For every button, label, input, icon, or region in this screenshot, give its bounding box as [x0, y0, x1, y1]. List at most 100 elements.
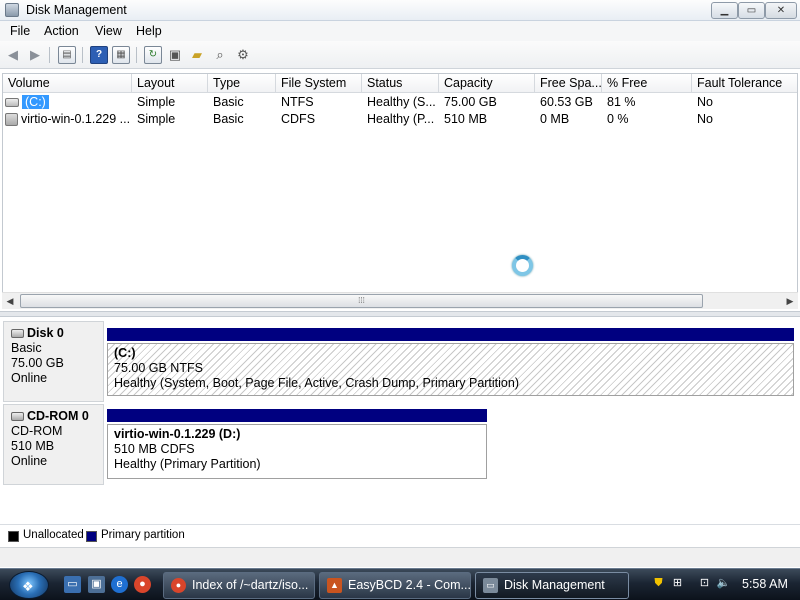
switch-windows-icon[interactable]: ▣	[88, 576, 105, 593]
column-header-fault-tolerance[interactable]: Fault Tolerance	[692, 74, 797, 93]
window-title: Disk Management	[26, 3, 127, 17]
disk-management-icon: ▭	[483, 578, 498, 593]
legend-label-primary: Primary partition	[101, 529, 185, 541]
disk-size: 75.00 GB	[11, 356, 64, 370]
scroll-right-arrow-icon[interactable]: ▶	[782, 294, 798, 309]
properties-icon[interactable]: ▦	[112, 46, 130, 64]
disk-name: Disk 0	[27, 326, 64, 340]
start-button[interactable]: ❖	[9, 571, 49, 599]
primary-partition-bar	[107, 409, 487, 422]
hard-drive-icon	[5, 98, 19, 108]
minimize-button[interactable]: ▁	[711, 2, 738, 19]
column-header-file-system[interactable]: File System	[276, 74, 362, 93]
cell-free-space: 60.53 GB	[540, 95, 593, 109]
column-header-type[interactable]: Type	[208, 74, 276, 93]
cell-capacity: 75.00 GB	[444, 95, 497, 109]
volume-list-header: Volume Layout Type File System Status Ca…	[3, 74, 797, 93]
menu-action[interactable]: Action	[44, 24, 79, 38]
column-header-layout[interactable]: Layout	[132, 74, 208, 93]
partition-name: (C:)	[114, 346, 136, 360]
cd-drive-icon	[5, 113, 18, 127]
cell-volume: (C:)	[3, 94, 132, 111]
cdrom-0-label[interactable]: CD-ROM 0 CD-ROM 510 MB Online	[3, 404, 104, 485]
cell-capacity: 510 MB	[444, 112, 488, 126]
menu-view[interactable]: View	[95, 24, 122, 38]
menu-help[interactable]: Help	[136, 24, 162, 38]
disk-state: Online	[11, 454, 48, 468]
show-desktop-icon[interactable]: ▭	[64, 576, 81, 593]
cell-type: Basic	[213, 112, 244, 126]
scrollbar-thumb[interactable]: ⁞⁞⁞	[20, 294, 703, 308]
partition-name: virtio-win-0.1.229 (D:)	[114, 427, 241, 441]
open-folder-icon[interactable]: ▰	[188, 46, 206, 64]
show-hide-console-tree-icon[interactable]: ▤	[58, 46, 76, 64]
legend-label-unallocated: Unallocated	[23, 529, 84, 541]
legend-swatch-unallocated	[8, 531, 19, 542]
partition-c[interactable]: (C:) 75.00 GB NTFS Healthy (System, Boot…	[107, 343, 794, 396]
task-disk-management[interactable]: ▭ Disk Management	[475, 572, 629, 599]
export-list-icon[interactable]: ▣	[166, 46, 184, 64]
task-easybcd[interactable]: ▲ EasyBCD 2.4 - Com...	[319, 572, 471, 599]
volume-muted-icon[interactable]: 🔈	[716, 576, 731, 591]
forward-arrow-icon[interactable]: ▶	[26, 46, 44, 64]
cell-file-system: CDFS	[281, 112, 316, 126]
busy-spinner-icon	[512, 255, 533, 276]
title-bar: Disk Management ▁ ▭ ✕	[0, 0, 800, 21]
maximize-button[interactable]: ▭	[738, 2, 765, 19]
cell-fault-tolerance: No	[697, 112, 713, 126]
column-header-status[interactable]: Status	[362, 74, 439, 93]
volume-list[interactable]: Volume Layout Type File System Status Ca…	[2, 73, 798, 309]
settings-icon[interactable]: ⚙	[234, 46, 252, 64]
taskbar: ❖ ▭ ▣ e ● ● Index of /~dartz/iso... ▲ Easy…	[0, 568, 800, 600]
column-header-volume[interactable]: Volume	[3, 74, 132, 93]
disk-type: Basic	[11, 341, 42, 355]
disk-0-label[interactable]: Disk 0 Basic 75.00 GB Online	[3, 321, 104, 402]
disk-graphical-view: Disk 0 Basic 75.00 GB Online (C:) 75.00 …	[0, 317, 800, 547]
help-icon[interactable]: ?	[90, 46, 108, 64]
internet-explorer-icon[interactable]: e	[111, 576, 128, 593]
horizontal-scrollbar[interactable]: ◀ ⁞⁞⁞ ▶	[2, 292, 798, 309]
cd-rom-icon	[11, 412, 24, 422]
close-button[interactable]: ✕	[765, 2, 797, 19]
menu-file[interactable]: File	[10, 24, 30, 38]
security-shield-icon[interactable]: ⛊	[651, 576, 666, 591]
cell-layout: Simple	[137, 112, 176, 126]
column-header-free-space[interactable]: Free Spa...	[535, 74, 602, 93]
partition-status: Healthy (Primary Partition)	[114, 457, 261, 471]
menu-bar: File Action View Help	[0, 21, 800, 41]
status-bar	[0, 547, 800, 567]
cell-file-system: NTFS	[281, 95, 314, 109]
table-row[interactable]: virtio-win-0.1.229 ... Simple Basic CDFS…	[3, 111, 797, 128]
disk-name: CD-ROM 0	[27, 409, 89, 423]
disk-type: CD-ROM	[11, 424, 63, 438]
column-header-percent-free[interactable]: % Free	[602, 74, 692, 93]
toolbar-separator	[82, 47, 83, 63]
primary-partition-bar	[107, 328, 794, 341]
task-chrome-index[interactable]: ● Index of /~dartz/iso...	[163, 572, 315, 599]
legend: Unallocated Primary partition	[0, 524, 800, 546]
table-row[interactable]: (C:) Simple Basic NTFS Healthy (S... 75.…	[3, 94, 797, 111]
easybcd-icon: ▲	[327, 578, 342, 593]
refresh-icon[interactable]: ↻	[144, 46, 162, 64]
cell-type: Basic	[213, 95, 244, 109]
cell-percent-free: 81 %	[607, 95, 636, 109]
chrome-icon: ●	[171, 578, 186, 593]
legend-swatch-primary	[86, 531, 97, 542]
clock[interactable]: 5:58 AM	[742, 577, 788, 591]
toolbar: ◀ ▶ ▤ ? ▦ ↻ ▣ ▰ ⌕ ⚙	[0, 41, 800, 69]
scroll-left-arrow-icon[interactable]: ◀	[2, 294, 18, 309]
partition-d[interactable]: virtio-win-0.1.229 (D:) 510 MB CDFS Heal…	[107, 424, 487, 479]
chrome-icon[interactable]: ●	[134, 576, 151, 593]
network-icon[interactable]: ⊡	[697, 576, 712, 591]
cell-layout: Simple	[137, 95, 176, 109]
windows-flag-icon: ❖	[22, 579, 34, 594]
cell-free-space: 0 MB	[540, 112, 570, 126]
cell-fault-tolerance: No	[697, 95, 713, 109]
search-icon[interactable]: ⌕	[211, 46, 229, 64]
column-header-capacity[interactable]: Capacity	[439, 74, 535, 93]
disk-size: 510 MB	[11, 439, 55, 453]
back-arrow-icon[interactable]: ◀	[4, 46, 22, 64]
windows-update-icon[interactable]: ⊞	[670, 576, 685, 591]
cell-status: Healthy (P...	[367, 112, 435, 126]
partition-status: Healthy (System, Boot, Page File, Active…	[114, 376, 519, 390]
